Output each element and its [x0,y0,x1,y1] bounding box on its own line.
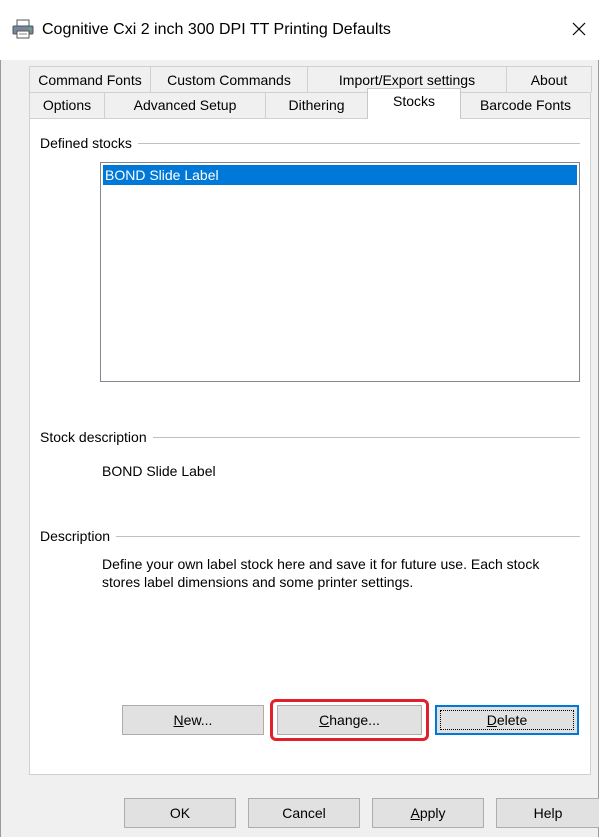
defined-stocks-listbox[interactable]: BOND Slide Label [100,162,580,382]
printing-defaults-dialog: Cognitive Cxi 2 inch 300 DPI TT Printing… [0,0,599,837]
change-stock-button[interactable]: Change... [277,705,422,735]
description-label: Description [40,527,117,545]
description-group-line [40,536,580,537]
description-text: Define your own label stock here and sav… [102,556,540,590]
apply-button-label: pply [419,805,446,821]
cancel-button[interactable]: Cancel [248,798,360,828]
help-button[interactable]: Help [496,798,599,828]
stocks-content: Defined stocks BOND Slide Label Stock de… [0,0,599,837]
change-accel-key: C [319,712,330,728]
new-stock-button[interactable]: New... [122,705,264,735]
defined-stocks-label: Defined stocks [40,134,138,152]
focus-rectangle [440,710,574,730]
delete-stock-button[interactable]: Delete [435,705,579,735]
change-button-label: hange... [329,712,380,728]
apply-button[interactable]: Apply [372,798,484,828]
stock-description-label: Stock description [40,428,153,446]
new-accel-key: N [173,712,184,728]
new-button-label: ew... [183,712,213,728]
ok-button[interactable]: OK [124,798,236,828]
stock-description-value: BOND Slide Label [102,463,216,479]
list-item[interactable]: BOND Slide Label [103,165,577,185]
apply-accel-key: A [410,805,420,821]
